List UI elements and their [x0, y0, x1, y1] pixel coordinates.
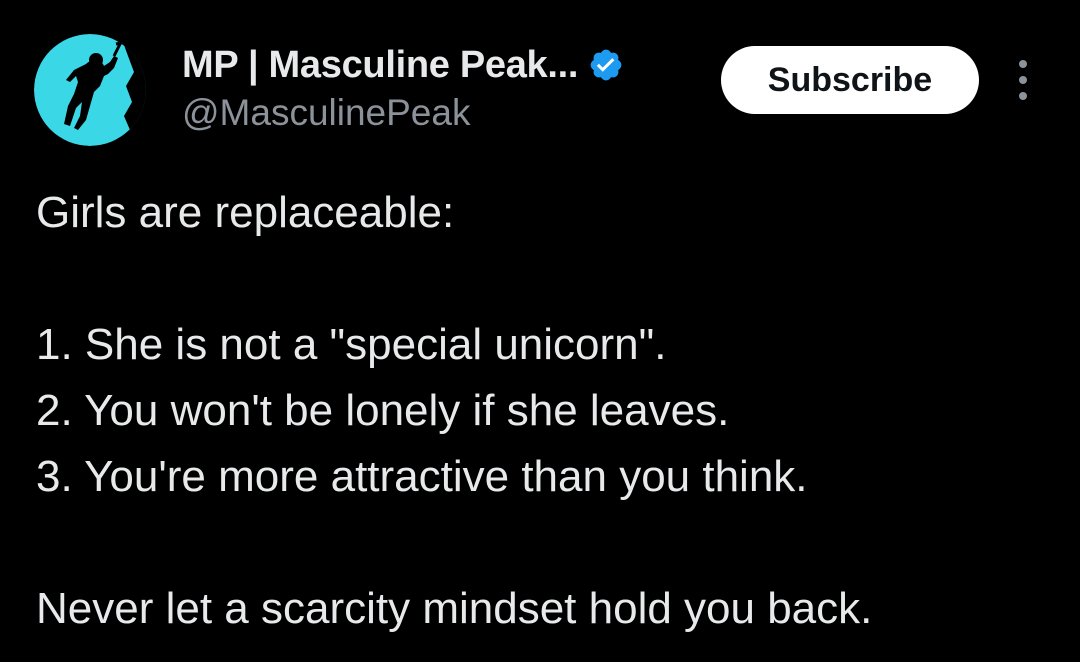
climber-silhouette-icon: [34, 34, 146, 146]
author-display-name[interactable]: MP | Masculine Peak...: [182, 44, 578, 87]
author-name-row[interactable]: MP | Masculine Peak...: [182, 40, 624, 90]
post-text: Girls are replaceable: 1. She is not a "…: [36, 180, 1066, 642]
verified-badge-icon: [588, 47, 624, 83]
post-text-line: 1. She is not a "special unicorn".: [36, 320, 667, 369]
post-card: MP | Masculine Peak... @MasculinePeak Su…: [0, 0, 1080, 662]
more-options-button[interactable]: [1008, 60, 1038, 100]
author-handle[interactable]: @MasculinePeak: [182, 92, 470, 134]
post-text-line: Never let a scarcity mindset hold you ba…: [36, 584, 873, 633]
post-text-line: 3. You're more attractive than you think…: [36, 452, 808, 501]
avatar[interactable]: [34, 34, 146, 146]
post-text-blank-line: [36, 246, 1066, 312]
post-text-line: 2. You won't be lonely if she leaves.: [36, 386, 730, 435]
post-text-blank-line: [36, 510, 1066, 576]
more-vertical-icon-dot: [1019, 92, 1027, 100]
subscribe-button[interactable]: Subscribe: [721, 46, 979, 114]
more-vertical-icon-dot: [1019, 76, 1027, 84]
post-text-line: Girls are replaceable:: [36, 188, 455, 237]
more-vertical-icon: [1019, 60, 1027, 68]
